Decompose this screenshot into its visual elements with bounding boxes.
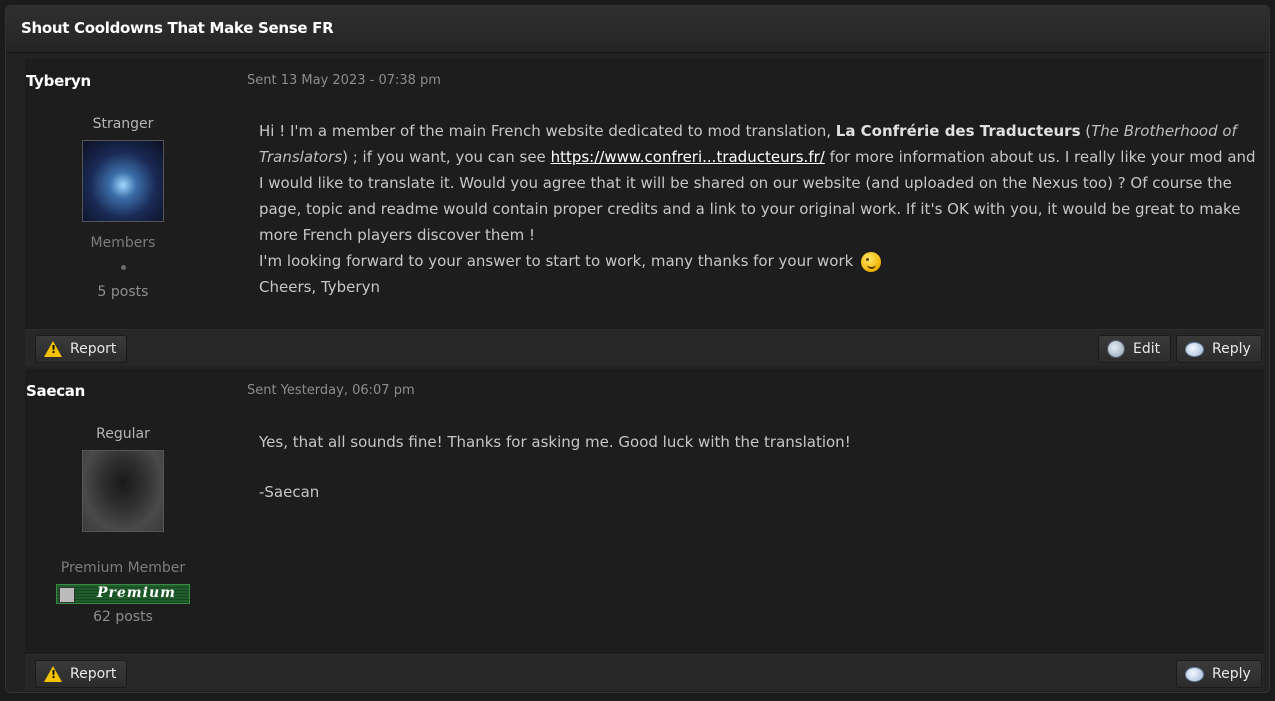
post-count: 62 posts	[93, 609, 153, 625]
edit-icon	[1107, 340, 1125, 358]
author-info: Stranger	[25, 116, 221, 132]
post-paragraph: I'm looking forward to your answer to st…	[259, 248, 1259, 274]
post-body: Yes, that all sounds fine! Thanks for as…	[259, 429, 1259, 505]
reply-button[interactable]: Reply	[1176, 335, 1262, 363]
topic-header: Shout Cooldowns That Make Sense FR	[6, 6, 1269, 53]
author-group: Premium Member	[60, 560, 186, 576]
post-paragraph: Hi ! I'm a member of the main French web…	[259, 122, 1256, 244]
report-button[interactable]: Report	[35, 335, 128, 363]
topic-title: Shout Cooldowns That Make Sense FR	[21, 19, 334, 37]
post-date: Sent Yesterday, 06:07 pm	[247, 383, 415, 398]
warning-icon	[44, 666, 62, 682]
post-count: 5 posts	[97, 284, 149, 300]
author-rank: Stranger	[92, 116, 154, 132]
reply-bubble-icon	[1185, 338, 1204, 357]
post-date: Sent 13 May 2023 - 07:38 pm	[247, 73, 441, 88]
website-link[interactable]: https://www.confreri...traducteurs.fr/	[551, 148, 825, 166]
post-actions: Report Reply	[25, 654, 1264, 691]
report-button[interactable]: Report	[35, 660, 128, 688]
edit-button[interactable]: Edit	[1098, 335, 1172, 363]
avatar[interactable]	[82, 140, 164, 222]
post: Tyberyn Sent 13 May 2023 - 07:38 pm Stra…	[25, 59, 1264, 366]
avatar[interactable]	[82, 450, 164, 532]
warning-icon	[44, 341, 62, 357]
author-name[interactable]: Saecan	[26, 382, 85, 400]
post-actions: Report Edit Reply	[25, 329, 1264, 366]
post-body: Hi ! I'm a member of the main French web…	[259, 118, 1259, 300]
post: Saecan Sent Yesterday, 06:07 pm Regular …	[25, 369, 1264, 691]
post-paragraph: Yes, that all sounds fine! Thanks for as…	[259, 433, 851, 451]
post-signoff: -Saecan	[259, 483, 320, 501]
author-rank: Regular	[96, 426, 150, 442]
premium-badge: Premium	[56, 584, 190, 604]
author-group: Members	[90, 235, 156, 251]
reply-bubble-icon	[1185, 663, 1204, 682]
badge-icon	[59, 587, 75, 603]
author-name[interactable]: Tyberyn	[26, 72, 91, 90]
wink-smiley-icon	[861, 251, 882, 272]
separator-dot	[120, 265, 126, 270]
post-signoff: Cheers, Tyberyn	[259, 278, 380, 296]
reply-button[interactable]: Reply	[1176, 660, 1262, 688]
bold-text: La Confrérie des Traducteurs	[835, 122, 1081, 140]
topic-container: Shout Cooldowns That Make Sense FR Tyber…	[5, 5, 1270, 693]
